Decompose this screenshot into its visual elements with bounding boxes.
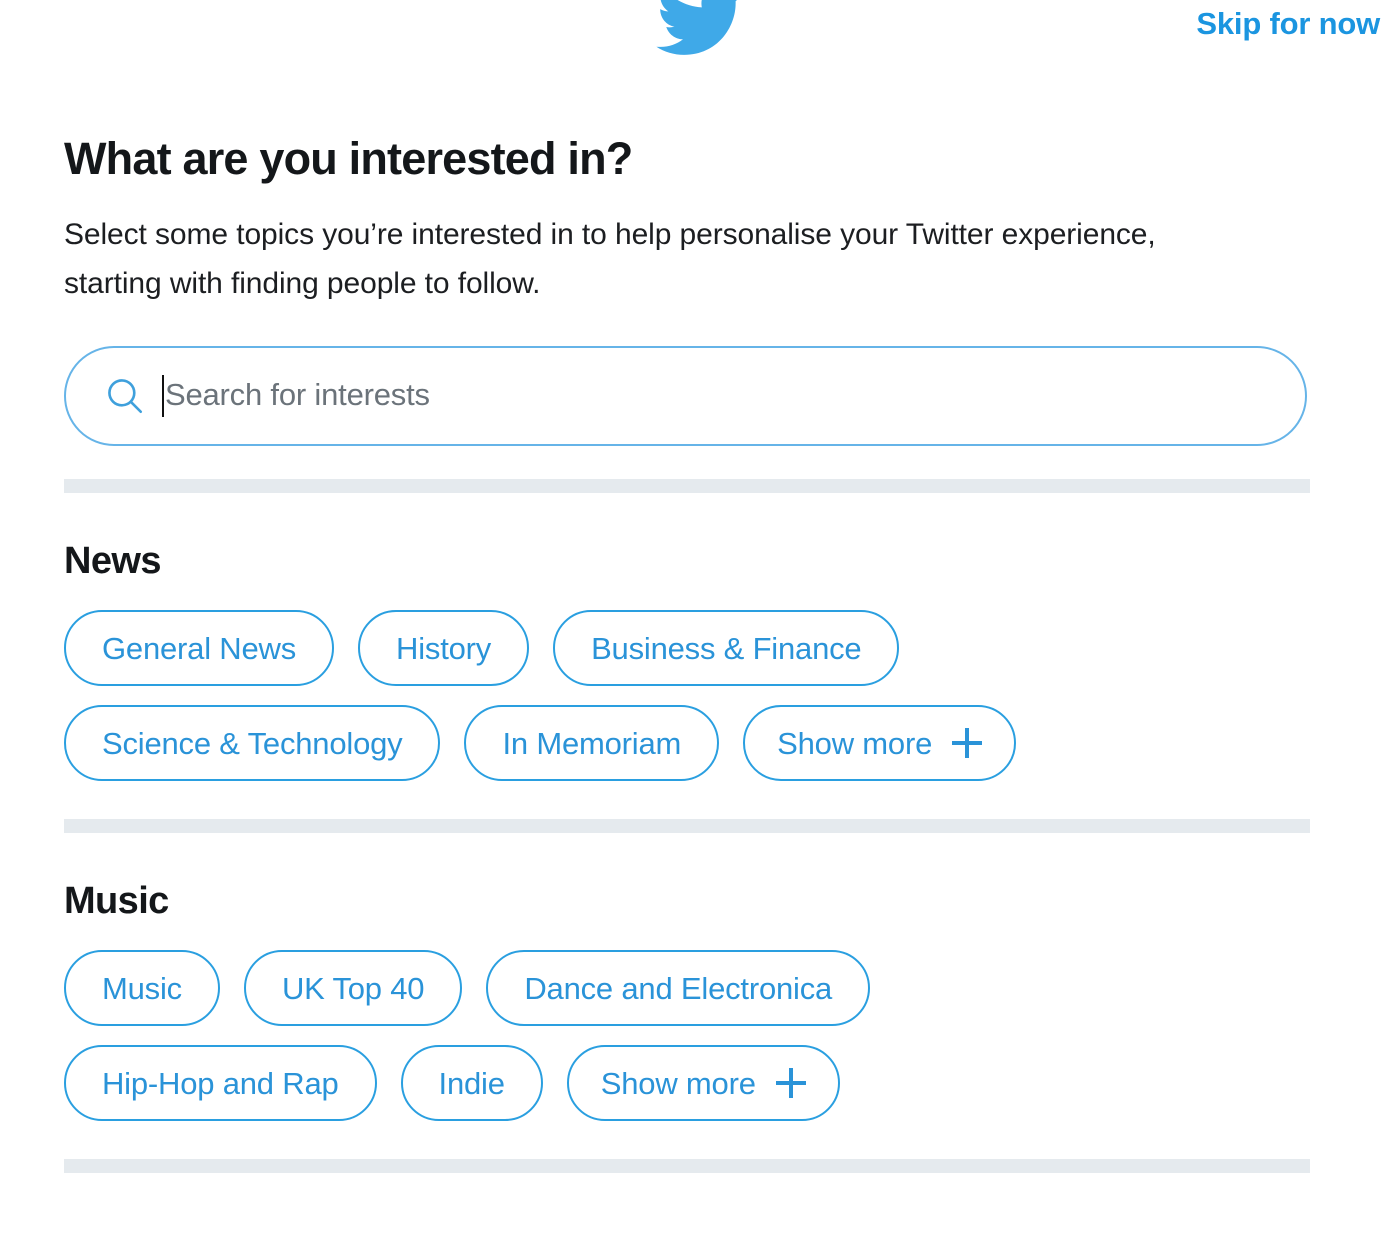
topic-chip[interactable]: Indie: [400, 1045, 543, 1122]
topic-chip[interactable]: Hip-Hop and Rap: [64, 1045, 377, 1122]
text-caret: [162, 375, 164, 418]
section-title: News: [64, 540, 161, 583]
section-separator: [64, 819, 1310, 834]
search-input[interactable]: Search for interests: [64, 346, 1307, 447]
topic-chip-label: Business & Finance: [591, 630, 862, 666]
topic-chip-label: Dance and Electronica: [524, 970, 833, 1006]
chip-row: General News History Business & Finance: [64, 610, 1336, 687]
chip-row: Hip-Hop and Rap Indie Show more: [64, 1045, 1336, 1122]
onboarding-content: What are you interested in? Select some …: [0, 62, 1400, 447]
skip-for-now-link[interactable]: Skip for now: [1196, 6, 1380, 42]
topic-chip[interactable]: Music: [64, 950, 220, 1027]
topic-chip[interactable]: Science & Technology: [64, 705, 441, 782]
top-bar: Skip for now: [0, 0, 1400, 62]
show-more-button[interactable]: Show more: [743, 705, 1017, 782]
topic-chip-label: Hip-Hop and Rap: [102, 1065, 339, 1101]
plus-icon: [952, 728, 983, 759]
show-more-label: Show more: [600, 1065, 756, 1101]
section-music: Music Music UK Top 40 Dance and Electron…: [0, 833, 1400, 1122]
topic-chip-label: Science & Technology: [102, 725, 403, 761]
show-more-label: Show more: [777, 725, 933, 761]
section-separator: [64, 1159, 1310, 1174]
topic-chip-label: Indie: [438, 1065, 505, 1101]
search-icon: [104, 375, 146, 417]
topic-chip[interactable]: In Memoriam: [464, 705, 720, 782]
topic-chip-label: UK Top 40: [281, 970, 425, 1006]
topic-chip-group: Music UK Top 40 Dance and Electronica Hi…: [64, 923, 1336, 1122]
show-more-button[interactable]: Show more: [566, 1045, 840, 1122]
search-placeholder: Search for interests: [165, 377, 430, 413]
topic-chip-label: In Memoriam: [502, 725, 682, 761]
section-title: Music: [64, 880, 169, 923]
section-separator: [64, 479, 1310, 494]
page-subtitle: Select some topics you’re interested in …: [64, 218, 1156, 300]
topic-chip[interactable]: Dance and Electronica: [486, 950, 871, 1027]
topic-chip[interactable]: General News: [64, 610, 335, 687]
topic-chip-group: General News History Business & Finance …: [64, 583, 1336, 782]
topic-chip-label: History: [396, 630, 492, 666]
topic-chip-label: General News: [102, 630, 297, 666]
topic-chip-label: Music: [102, 970, 182, 1006]
topic-chip[interactable]: UK Top 40: [243, 950, 463, 1027]
plus-icon: [775, 1068, 806, 1099]
chip-row: Science & Technology In Memoriam Show mo…: [64, 705, 1336, 782]
twitter-bird-icon: [656, 0, 748, 60]
topic-chip[interactable]: History: [358, 610, 530, 687]
section-news: News General News History Business & Fin…: [0, 493, 1400, 782]
chip-row: Music UK Top 40 Dance and Electronica: [64, 950, 1336, 1027]
topic-chip[interactable]: Business & Finance: [553, 610, 900, 687]
page-title: What are you interested in?: [64, 133, 633, 184]
